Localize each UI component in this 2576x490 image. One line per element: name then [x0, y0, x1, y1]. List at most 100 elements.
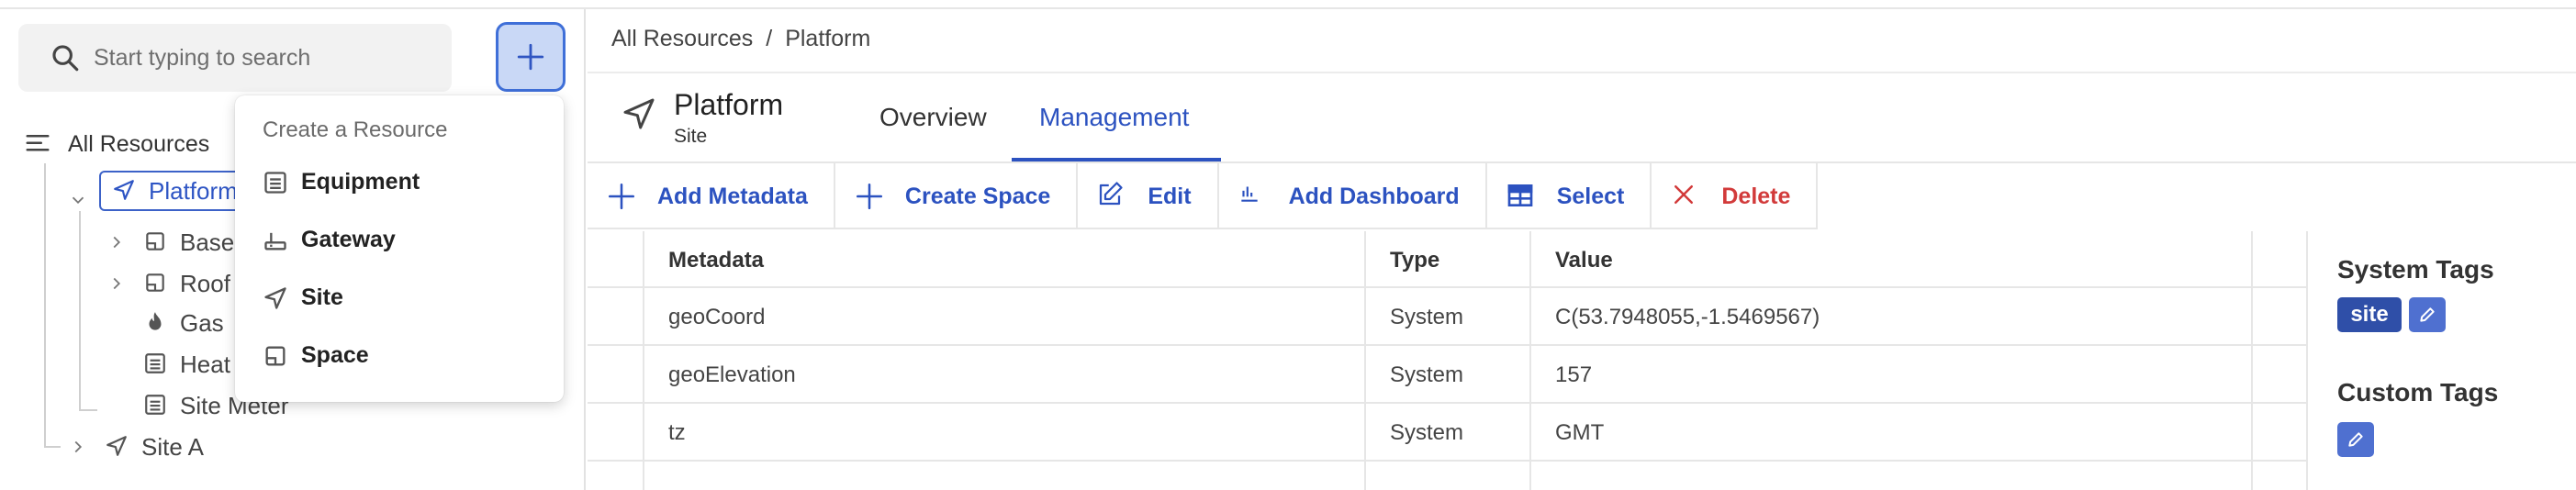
tab-overview[interactable]: Overview [879, 103, 987, 132]
add-resource-button[interactable] [496, 22, 566, 92]
navigation-icon [112, 178, 138, 204]
menu-item-space[interactable]: Space [263, 342, 369, 369]
space-icon [143, 229, 169, 255]
button-label: Edit [1148, 183, 1192, 209]
tree-item-label: Platform [149, 176, 238, 205]
tree-item-label: Site A [141, 432, 204, 461]
table-column-divider [1529, 231, 1531, 490]
button-label: Create Space [904, 183, 1051, 209]
breadcrumb-root[interactable]: All Resources [611, 26, 753, 52]
bar-chart-icon [1238, 181, 1269, 212]
cell-value[interactable]: C(53.7948055,-1.5469567) [1555, 305, 1820, 330]
tree-guide [79, 211, 81, 409]
chevron-down-icon [68, 190, 88, 210]
navigation-icon [105, 434, 130, 460]
tree-toggle-platform[interactable] [68, 182, 88, 218]
custom-tags-title: Custom Tags [2337, 378, 2499, 406]
pencil-icon [2418, 306, 2436, 324]
chevron-right-icon [106, 273, 127, 294]
meter-icon [143, 351, 169, 377]
tags-panel: System Tags site Custom Tags [2306, 231, 2576, 490]
plus-icon [854, 181, 885, 212]
toolbar: Add Metadata Create Space Edit Add Dashb… [588, 163, 1819, 229]
tree-item-label: Heat [180, 350, 230, 378]
edit-custom-tags-button[interactable] [2337, 422, 2374, 457]
page-header: Platform Site [621, 88, 783, 148]
space-icon [263, 343, 288, 369]
pencil-icon [2346, 430, 2365, 449]
table-row-divider [588, 402, 2306, 404]
tree-item-label: Base [180, 228, 235, 256]
close-icon [1670, 181, 1701, 212]
column-header-type[interactable]: Type [1390, 248, 1439, 273]
add-dashboard-button[interactable]: Add Dashboard [1219, 163, 1487, 229]
tree-guide [44, 163, 46, 446]
metadata-table: Metadata Type Value geoCoord System C(53… [588, 231, 2306, 490]
button-label: Select [1556, 183, 1625, 209]
cell-value[interactable]: GMT [1555, 420, 1604, 446]
page-subtitle: Site [674, 126, 708, 147]
column-header-metadata[interactable]: Metadata [668, 248, 764, 273]
cell-type: System [1390, 305, 1464, 329]
tree-item-gas[interactable]: Gas [143, 305, 224, 341]
search-input[interactable] [94, 44, 442, 72]
edit-icon [1096, 181, 1127, 212]
button-label: Add Dashboard [1288, 183, 1460, 209]
button-label: Delete [1721, 183, 1791, 209]
edit-system-tags-button[interactable] [2409, 297, 2446, 332]
breadcrumb: All Resources / Platform [611, 26, 870, 52]
tree-item-roof[interactable]: Roof [106, 265, 230, 302]
create-space-button[interactable]: Create Space [835, 163, 1079, 229]
tree-root[interactable]: All Resources [24, 130, 209, 158]
menu-item-label: Site [301, 284, 343, 310]
search-box[interactable] [18, 24, 452, 92]
delete-button[interactable]: Delete [1652, 163, 1819, 229]
cell-metadata[interactable]: geoElevation [668, 362, 796, 388]
search-icon [50, 42, 81, 73]
menu-item-gateway[interactable]: Gateway [263, 227, 396, 253]
table-column-divider [1364, 231, 1366, 490]
chevron-right-icon [106, 232, 127, 252]
cell-value[interactable]: 157 [1555, 362, 1592, 388]
list-icon [24, 130, 51, 158]
navigation-icon [621, 95, 657, 132]
space-icon [143, 271, 169, 296]
cell-type: System [1390, 362, 1464, 387]
gateway-icon [263, 228, 288, 253]
menu-title: Create a Resource [263, 117, 448, 142]
tree-item-site-a[interactable]: Site A [68, 429, 204, 465]
plus-icon [515, 41, 546, 72]
plus-icon [606, 181, 637, 212]
table-row-divider [588, 286, 2306, 288]
menu-item-site[interactable]: Site [263, 284, 343, 311]
select-button[interactable]: Select [1487, 163, 1652, 229]
edit-button[interactable]: Edit [1078, 163, 1219, 229]
table-row-divider [588, 460, 2306, 462]
page-title: Platform [674, 88, 784, 121]
tab-management[interactable]: Management [1039, 103, 1189, 132]
tree-item-platform[interactable]: Platform [99, 171, 246, 211]
table-row-divider [588, 344, 2306, 346]
breadcrumb-current: Platform [785, 26, 871, 51]
meter-icon [143, 393, 169, 418]
tree-item-base[interactable]: Base [106, 224, 234, 261]
top-divider [0, 0, 2576, 9]
table-column-divider [643, 231, 644, 490]
cell-metadata[interactable]: geoCoord [668, 305, 765, 330]
menu-item-label: Gateway [301, 227, 396, 252]
button-label: Add Metadata [657, 183, 808, 209]
system-tag-chip[interactable]: site [2337, 297, 2402, 332]
tree-item-label: Gas [180, 308, 224, 337]
divider [588, 72, 2576, 73]
menu-item-label: Space [301, 342, 369, 368]
table-column-divider [2251, 231, 2253, 490]
cell-metadata[interactable]: tz [668, 420, 686, 446]
tree-item-heat[interactable]: Heat [143, 346, 230, 383]
meter-icon [263, 170, 288, 195]
add-metadata-button[interactable]: Add Metadata [588, 163, 835, 229]
column-header-value[interactable]: Value [1555, 248, 1613, 273]
menu-item-equipment[interactable]: Equipment [263, 169, 420, 195]
breadcrumb-separator: / [766, 26, 773, 51]
cell-type: System [1390, 420, 1464, 445]
flame-icon [143, 310, 169, 336]
